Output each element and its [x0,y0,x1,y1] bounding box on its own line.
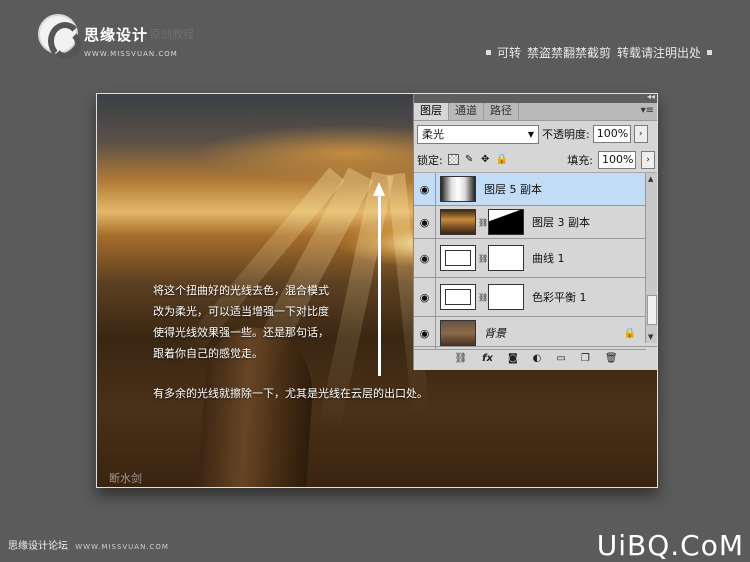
notice-item-3: 转载请注明出处 [616,46,701,60]
lock-icon: 🔒 [623,327,636,339]
layer-mask-thumbnail[interactable] [488,284,524,310]
tab-layers[interactable]: 图层 [414,103,449,120]
lock-pixels-icon[interactable]: ✎ [464,154,475,165]
folder-icon[interactable]: ▭ [556,353,565,364]
layer-name: 色彩平衡 1 [532,291,587,304]
visibility-eye-icon[interactable]: ◉ [414,206,436,238]
panel-tabs: 图层 通道 路径 ▾≡ [414,103,657,121]
panel-menu-icon[interactable]: ▾≡ [641,105,654,116]
layer-row[interactable]: ◉ ⛓ 图层 3 副本 [414,206,646,239]
layer-mask-thumbnail[interactable] [488,245,524,271]
notice-item-1: 可转 [496,46,521,60]
layer-mask-thumbnail[interactable] [488,209,524,235]
layer-row[interactable]: ◉ 图层 5 副本 [414,173,646,206]
forum-url: WWW.MISSVUAN.COM [75,543,169,551]
fill-field[interactable]: 100% [598,150,636,169]
collapse-icon[interactable]: ◂◂ [647,94,655,101]
opacity-label: 不透明度: [542,128,590,141]
opacity-slider-button[interactable]: › [633,125,648,143]
new-layer-icon[interactable]: ❐ [581,353,590,364]
header-notice: 可转 禁盗禁翻禁截剪 转载请注明出处 [485,44,712,61]
tab-paths[interactable]: 路径 [484,103,519,120]
scroll-up-icon[interactable]: ▲ [648,175,653,183]
layer-name: 图层 5 副本 [484,183,542,196]
color-balance-icon [440,284,476,310]
blend-mode-select[interactable]: 柔光 ▼ [417,124,539,144]
scrollbar-thumb[interactable] [647,295,657,325]
arrow-shaft [378,194,381,376]
panel-footer: ⛓ fx ◙ ◐ ▭ ❐ 🗑 [414,346,657,370]
link-chain-icon: ⛓ [478,292,489,302]
layers-panel: ◂◂ 图层 通道 路径 ▾≡ 柔光 ▼ 不透明度: 100% › 锁定: ✎ ✥… [413,94,657,370]
link-chain-icon: ⛓ [478,253,489,263]
visibility-eye-icon[interactable]: ◉ [414,173,436,205]
logo-mark-icon [38,14,82,60]
mask-icon[interactable]: ◙ [508,353,518,364]
chevron-down-icon: ▼ [527,129,534,139]
panel-titlebar[interactable]: ◂◂ [414,94,657,103]
visibility-eye-icon[interactable]: ◉ [414,239,436,277]
lock-all-icon[interactable]: 🔒 [496,154,508,165]
image-watermark: 断水剑 [109,472,142,485]
lock-row: 锁定: ✎ ✥ 🔒 填充: 100% › [414,147,657,173]
logo-subtitle: 原创教程 [150,28,194,41]
curves-icon [440,245,476,271]
layer-name: 背景 [484,327,506,340]
logo-name: 思缘设计 [84,26,149,44]
notice-item-2: 禁盗禁翻禁截剪 [526,46,611,60]
site-logo[interactable]: 思缘设计 原创教程 WWW.MISSVUAN.COM [38,14,218,66]
adjustment-icon[interactable]: ◐ [533,353,542,364]
tutorial-caption: 将这个扭曲好的光线去色，混合模式 改为柔光，可以适当增强一下对比度 使得光线效果… [153,284,329,360]
link-chain-icon: ⛓ [478,217,489,227]
layer-thumbnail [440,320,476,346]
tutorial-caption-2: 有多余的光线就擦除一下，尤其是光线在云层的出口处。 [153,387,428,400]
lock-transparency-icon[interactable] [447,154,459,165]
logo-url: WWW.MISSVUAN.COM [84,50,178,58]
scrollbar[interactable]: ▲ ▼ [645,173,657,343]
fx-icon[interactable]: fx [482,353,493,364]
layer-row[interactable]: ◉ ⛓ 色彩平衡 1 [414,278,646,317]
layer-thumbnail [440,209,476,235]
fill-slider-button[interactable]: › [641,150,655,169]
layers-list: ◉ 图层 5 副本 ◉ ⛓ 图层 3 副本 ◉ ⛓ 曲线 1 ◉ ⛓ 色彩平衡 … [414,173,646,350]
visibility-eye-icon[interactable]: ◉ [414,317,436,349]
bullet-icon [485,50,491,55]
footer-left: 思缘设计论坛 WWW.MISSVUAN.COM [8,537,169,552]
trash-icon[interactable]: 🗑 [605,353,618,364]
tutorial-screenshot: 将这个扭曲好的光线去色，混合模式 改为柔光，可以适当增强一下对比度 使得光线效果… [96,93,658,488]
layer-name: 图层 3 副本 [532,216,590,229]
layer-thumbnail [440,176,476,202]
layer-name: 曲线 1 [532,252,565,265]
lock-label: 锁定: [417,153,443,167]
tab-channels[interactable]: 通道 [449,103,484,120]
fill-label: 填充: [567,153,593,167]
arrow-up-icon [373,182,385,196]
layer-row[interactable]: ◉ ⛓ 曲线 1 [414,239,646,278]
forum-name: 思缘设计论坛 [8,541,68,552]
opacity-field[interactable]: 100% [592,125,631,143]
scroll-down-icon[interactable]: ▼ [648,333,653,341]
link-icon[interactable]: ⛓ [454,353,467,364]
bullet-icon [707,50,712,55]
visibility-eye-icon[interactable]: ◉ [414,278,436,316]
brand-watermark: UiBQ.CoM [596,529,744,562]
blend-row: 柔光 ▼ 不透明度: 100% › [414,121,657,147]
lock-position-icon[interactable]: ✥ [480,154,491,165]
